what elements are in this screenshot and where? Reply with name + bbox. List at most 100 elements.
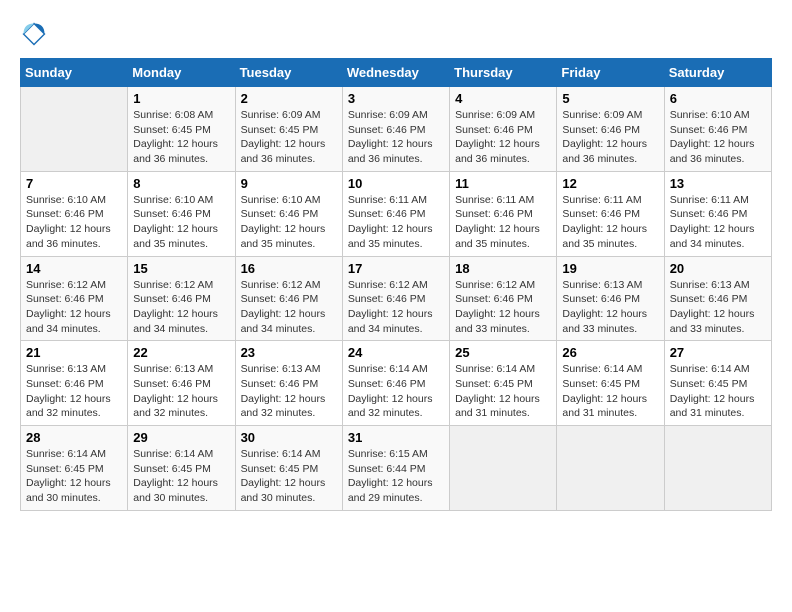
- cell-1-4: 11Sunrise: 6:11 AM Sunset: 6:46 PM Dayli…: [450, 171, 557, 256]
- day-number: 14: [26, 261, 122, 276]
- cell-3-2: 23 Sunrise: 6:13 AM Sunset: 6:46 PM Dayli…: [235, 341, 342, 426]
- logo-icon: [20, 20, 48, 48]
- day-number: 19: [562, 261, 658, 276]
- cell-1-3: 10 Sunrise: 6:11 AM Sunset: 6:46 PM Dayli…: [342, 171, 449, 256]
- cell-2-3: 17 Sunrise: 6:12 AM Sunset: 6:46 PM Dayli…: [342, 256, 449, 341]
- cell-info: Sunrise: 6:14 AM Sunset: 6:45 PM Dayligh…: [241, 447, 337, 506]
- day-number: 3: [348, 91, 444, 106]
- cell-info: Sunrise: 6:12 AM Sunset: 6:46 PM Dayligh…: [348, 278, 444, 337]
- cell-3-6: 27 Sunrise: 6:14 AM Sunset: 6:45 PM Dayli…: [664, 341, 771, 426]
- cell-1-1: 8Sunrise: 6:10 AM Sunset: 6:46 PM Daylig…: [128, 171, 235, 256]
- day-number: 1: [133, 91, 229, 106]
- week-row-5: 28 Sunrise: 6:14 AM Sunset: 6:45 PM Dayli…: [21, 426, 772, 511]
- cell-info: Sunrise: 6:11 AM Sunset: 6:46 PM Dayligh…: [562, 193, 658, 252]
- day-number: 6: [670, 91, 766, 106]
- day-number: 4: [455, 91, 551, 106]
- week-row-1: 1 Sunrise: 6:08 AM Sunset: 6:45 PM Daylig…: [21, 87, 772, 172]
- day-number: 9: [241, 176, 337, 191]
- cell-4-3: 31 Sunrise: 6:15 AM Sunset: 6:44 PM Dayli…: [342, 426, 449, 511]
- cell-info: Sunrise: 6:12 AM Sunset: 6:46 PM Dayligh…: [455, 278, 551, 337]
- cell-info: Sunrise: 6:14 AM Sunset: 6:45 PM Dayligh…: [133, 447, 229, 506]
- cell-info: Sunrise: 6:13 AM Sunset: 6:46 PM Dayligh…: [670, 278, 766, 337]
- day-number: 15: [133, 261, 229, 276]
- cell-1-5: 12Sunrise: 6:11 AM Sunset: 6:46 PM Dayli…: [557, 171, 664, 256]
- cell-info: Sunrise: 6:15 AM Sunset: 6:44 PM Dayligh…: [348, 447, 444, 506]
- day-number: 20: [670, 261, 766, 276]
- cell-info: Sunrise: 6:12 AM Sunset: 6:46 PM Dayligh…: [133, 278, 229, 337]
- week-row-2: 7 Sunrise: 6:10 AM Sunset: 6:46 PM Daylig…: [21, 171, 772, 256]
- cell-info: Sunrise: 6:11 AM Sunset: 6:46 PM Dayligh…: [455, 193, 551, 252]
- cell-2-6: 20 Sunrise: 6:13 AM Sunset: 6:46 PM Dayli…: [664, 256, 771, 341]
- cell-info: Sunrise: 6:13 AM Sunset: 6:46 PM Dayligh…: [26, 362, 122, 421]
- cell-info: Sunrise: 6:13 AM Sunset: 6:46 PM Dayligh…: [562, 278, 658, 337]
- cell-info: Sunrise: 6:12 AM Sunset: 6:46 PM Dayligh…: [241, 278, 337, 337]
- day-number: 31: [348, 430, 444, 445]
- day-number: 18: [455, 261, 551, 276]
- cell-info: Sunrise: 6:12 AM Sunset: 6:46 PM Dayligh…: [26, 278, 122, 337]
- header-thursday: Thursday: [450, 59, 557, 87]
- day-number: 23: [241, 345, 337, 360]
- header-friday: Friday: [557, 59, 664, 87]
- day-number: 30: [241, 430, 337, 445]
- header-row: SundayMondayTuesdayWednesdayThursdayFrid…: [21, 59, 772, 87]
- cell-info: Sunrise: 6:11 AM Sunset: 6:46 PM Dayligh…: [348, 193, 444, 252]
- page-header: [20, 20, 772, 48]
- day-number: 7: [26, 176, 122, 191]
- logo: [20, 20, 52, 48]
- day-number: 17: [348, 261, 444, 276]
- cell-info: Sunrise: 6:13 AM Sunset: 6:46 PM Dayligh…: [241, 362, 337, 421]
- day-number: 16: [241, 261, 337, 276]
- header-monday: Monday: [128, 59, 235, 87]
- day-number: 10: [348, 176, 444, 191]
- cell-3-0: 21 Sunrise: 6:13 AM Sunset: 6:46 PM Dayli…: [21, 341, 128, 426]
- day-number: 13: [670, 176, 766, 191]
- cell-2-2: 16 Sunrise: 6:12 AM Sunset: 6:46 PM Dayli…: [235, 256, 342, 341]
- cell-4-4: [450, 426, 557, 511]
- cell-2-4: 18 Sunrise: 6:12 AM Sunset: 6:46 PM Dayli…: [450, 256, 557, 341]
- cell-3-1: 22Sunrise: 6:13 AM Sunset: 6:46 PM Dayli…: [128, 341, 235, 426]
- cell-info: Sunrise: 6:14 AM Sunset: 6:45 PM Dayligh…: [26, 447, 122, 506]
- cell-3-5: 26Sunrise: 6:14 AM Sunset: 6:45 PM Dayli…: [557, 341, 664, 426]
- day-number: 26: [562, 345, 658, 360]
- cell-3-4: 25Sunrise: 6:14 AM Sunset: 6:45 PM Dayli…: [450, 341, 557, 426]
- cell-info: Sunrise: 6:09 AM Sunset: 6:46 PM Dayligh…: [348, 108, 444, 167]
- cell-4-0: 28 Sunrise: 6:14 AM Sunset: 6:45 PM Dayli…: [21, 426, 128, 511]
- cell-info: Sunrise: 6:08 AM Sunset: 6:45 PM Dayligh…: [133, 108, 229, 167]
- cell-2-1: 15 Sunrise: 6:12 AM Sunset: 6:46 PM Dayli…: [128, 256, 235, 341]
- day-number: 29: [133, 430, 229, 445]
- day-number: 27: [670, 345, 766, 360]
- cell-info: Sunrise: 6:10 AM Sunset: 6:46 PM Dayligh…: [26, 193, 122, 252]
- cell-0-1: 1 Sunrise: 6:08 AM Sunset: 6:45 PM Daylig…: [128, 87, 235, 172]
- cell-info: Sunrise: 6:10 AM Sunset: 6:46 PM Dayligh…: [241, 193, 337, 252]
- cell-info: Sunrise: 6:13 AM Sunset: 6:46 PM Dayligh…: [133, 362, 229, 421]
- header-tuesday: Tuesday: [235, 59, 342, 87]
- cell-0-2: 2Sunrise: 6:09 AM Sunset: 6:45 PM Daylig…: [235, 87, 342, 172]
- cell-2-5: 19 Sunrise: 6:13 AM Sunset: 6:46 PM Dayli…: [557, 256, 664, 341]
- day-number: 5: [562, 91, 658, 106]
- week-row-4: 21 Sunrise: 6:13 AM Sunset: 6:46 PM Dayli…: [21, 341, 772, 426]
- header-saturday: Saturday: [664, 59, 771, 87]
- day-number: 25: [455, 345, 551, 360]
- cell-0-3: 3 Sunrise: 6:09 AM Sunset: 6:46 PM Daylig…: [342, 87, 449, 172]
- cell-1-6: 13 Sunrise: 6:11 AM Sunset: 6:46 PM Dayli…: [664, 171, 771, 256]
- cell-0-6: 6 Sunrise: 6:10 AM Sunset: 6:46 PM Daylig…: [664, 87, 771, 172]
- week-row-3: 14 Sunrise: 6:12 AM Sunset: 6:46 PM Dayli…: [21, 256, 772, 341]
- cell-0-5: 5 Sunrise: 6:09 AM Sunset: 6:46 PM Daylig…: [557, 87, 664, 172]
- cell-info: Sunrise: 6:11 AM Sunset: 6:46 PM Dayligh…: [670, 193, 766, 252]
- cell-4-5: [557, 426, 664, 511]
- cell-4-6: [664, 426, 771, 511]
- cell-info: Sunrise: 6:09 AM Sunset: 6:46 PM Dayligh…: [562, 108, 658, 167]
- cell-info: Sunrise: 6:14 AM Sunset: 6:45 PM Dayligh…: [670, 362, 766, 421]
- day-number: 24: [348, 345, 444, 360]
- cell-info: Sunrise: 6:09 AM Sunset: 6:46 PM Dayligh…: [455, 108, 551, 167]
- cell-2-0: 14 Sunrise: 6:12 AM Sunset: 6:46 PM Dayli…: [21, 256, 128, 341]
- calendar-table: SundayMondayTuesdayWednesdayThursdayFrid…: [20, 58, 772, 511]
- day-number: 21: [26, 345, 122, 360]
- cell-info: Sunrise: 6:09 AM Sunset: 6:45 PM Dayligh…: [241, 108, 337, 167]
- cell-4-1: 29 Sunrise: 6:14 AM Sunset: 6:45 PM Dayli…: [128, 426, 235, 511]
- day-number: 28: [26, 430, 122, 445]
- cell-info: Sunrise: 6:10 AM Sunset: 6:46 PM Dayligh…: [670, 108, 766, 167]
- header-wednesday: Wednesday: [342, 59, 449, 87]
- cell-0-0: [21, 87, 128, 172]
- cell-info: Sunrise: 6:10 AM Sunset: 6:46 PM Dayligh…: [133, 193, 229, 252]
